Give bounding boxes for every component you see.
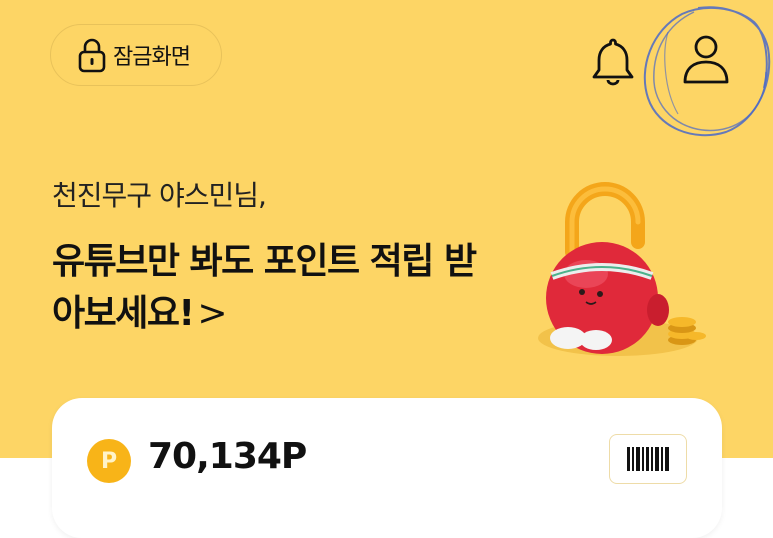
greeting-text: 천진무구 야스민님, <box>52 179 267 212</box>
point-coin-icon: P <box>87 439 131 483</box>
chevron-right-icon: > <box>197 293 227 334</box>
points-card[interactable]: P 70,134P <box>52 398 722 538</box>
hero-banner: 잠금화면 천진무구 야스민님, 유튜브만 봐도 포인트 적립 받아보세요! > <box>0 0 773 458</box>
barcode-icon <box>627 447 669 471</box>
promo-headline-text: 유튜브만 봐도 포인트 적립 받아보세요! <box>52 241 477 334</box>
bell-icon[interactable] <box>588 34 638 86</box>
mascot-illustration <box>538 182 706 356</box>
lock-icon <box>77 37 107 73</box>
points-balance: 70,134P <box>148 436 307 477</box>
lock-screen-label: 잠금화면 <box>113 45 191 70</box>
lock-screen-button[interactable]: 잠금화면 <box>50 24 222 86</box>
promo-headline-link[interactable]: 유튜브만 봐도 포인트 적립 받아보세요! > <box>52 236 492 340</box>
barcode-button[interactable] <box>609 434 687 484</box>
profile-icon[interactable] <box>676 30 736 86</box>
